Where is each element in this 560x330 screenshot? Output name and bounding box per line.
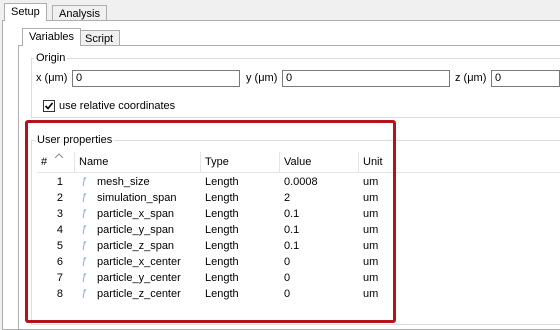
y-input[interactable]: 0 [282,70,450,87]
row-type[interactable]: Length [205,270,239,286]
tab-script[interactable]: Script [78,30,121,46]
tab-analysis[interactable]: Analysis [52,5,107,21]
z-label: z (μm) [455,72,487,84]
variable-icon: ƒ [81,176,87,187]
origin-title: Origin [34,52,68,64]
relative-coordinates-label: use relative coordinates [59,100,176,112]
row-number: 8 [56,288,63,300]
row-value[interactable]: 0.0008 [284,174,318,190]
row-value[interactable]: 0 [284,270,290,286]
row-number: 7 [56,272,63,284]
variable-icon: ƒ [81,224,87,235]
checkmark-icon [44,102,54,110]
row-number: 6 [56,256,63,268]
table-row[interactable]: 5 ƒ particle_z_span Length 0.1 um [37,238,560,254]
row-unit[interactable]: um [363,174,378,190]
column-header-value[interactable]: Value [280,152,359,172]
row-number: 5 [56,240,63,252]
row-name[interactable]: particle_z_span [97,238,174,254]
sort-arrow-icon [55,153,63,158]
row-number: 4 [56,224,63,236]
row-name[interactable]: particle_x_span [97,206,174,222]
table-row[interactable]: 2 ƒ simulation_span Length 2 um [37,190,560,206]
row-type[interactable]: Length [205,238,239,254]
row-unit[interactable]: um [363,238,378,254]
row-type[interactable]: Length [205,206,239,222]
row-name[interactable]: simulation_span [97,190,177,206]
row-type[interactable]: Length [205,222,239,238]
row-unit[interactable]: um [363,190,378,206]
row-unit[interactable]: um [363,286,378,302]
tab-analysis-label: Analysis [59,8,100,20]
table-row[interactable]: 3 ƒ particle_x_span Length 0.1 um [37,206,560,222]
tab-setup-label: Setup [11,6,40,18]
properties-table-header: # Name Type Value Unit [37,152,560,173]
row-type[interactable]: Length [205,190,239,206]
variable-icon: ƒ [81,288,87,299]
variable-icon: ƒ [81,272,87,283]
row-unit[interactable]: um [363,254,378,270]
table-row[interactable]: 4 ƒ particle_y_span Length 0.1 um [37,222,560,238]
column-header-name[interactable]: Name [75,152,201,172]
row-unit[interactable]: um [363,222,378,238]
column-header-type[interactable]: Type [201,152,280,172]
column-unit-label: Unit [363,156,383,168]
variable-icon: ƒ [81,240,87,251]
row-value[interactable]: 0 [284,254,290,270]
row-type[interactable]: Length [205,174,239,190]
row-name[interactable]: particle_y_span [97,222,174,238]
row-value[interactable]: 0 [284,286,290,302]
x-label: x (μm) [36,72,68,84]
tab-variables[interactable]: Variables [22,28,82,46]
table-row[interactable]: 6 ƒ particle_x_center Length 0 um [37,254,560,270]
column-header-num[interactable]: # [37,152,75,172]
row-unit[interactable]: um [363,206,378,222]
y-label: y (μm) [246,72,278,84]
row-number: 1 [56,176,63,188]
row-type[interactable]: Length [205,286,239,302]
column-name-label: Name [79,156,109,168]
row-name[interactable]: particle_x_center [97,254,181,270]
user-properties-title: User properties [35,134,115,146]
variable-icon: ƒ [81,192,87,203]
table-row[interactable]: 1 ƒ mesh_size Length 0.0008 um [37,174,560,190]
row-number: 2 [56,192,63,204]
row-number: 3 [56,208,63,220]
x-input[interactable]: 0 [72,70,240,87]
variable-icon: ƒ [81,256,87,267]
z-input[interactable]: 0 [491,70,560,87]
column-type-label: Type [205,156,229,168]
row-name[interactable]: mesh_size [97,174,150,190]
row-type[interactable]: Length [205,254,239,270]
row-value[interactable]: 0.1 [284,238,299,254]
table-row[interactable]: 7 ƒ particle_y_center Length 0 um [37,270,560,286]
tab-script-label: Script [85,33,114,45]
tab-variables-label: Variables [29,31,75,43]
row-name[interactable]: particle_z_center [97,286,181,302]
row-value[interactable]: 2 [284,190,290,206]
row-unit[interactable]: um [363,270,378,286]
variable-icon: ƒ [81,208,87,219]
row-value[interactable]: 0.1 [284,206,299,222]
table-row[interactable]: 8 ƒ particle_z_center Length 0 um [37,286,560,302]
row-name[interactable]: particle_y_center [97,270,181,286]
row-value[interactable]: 0.1 [284,222,299,238]
column-value-label: Value [284,156,312,168]
relative-coordinates-checkbox[interactable] [43,100,55,112]
column-num-label: # [41,156,48,168]
column-header-unit[interactable]: Unit [359,152,560,172]
tab-setup[interactable]: Setup [4,3,47,21]
